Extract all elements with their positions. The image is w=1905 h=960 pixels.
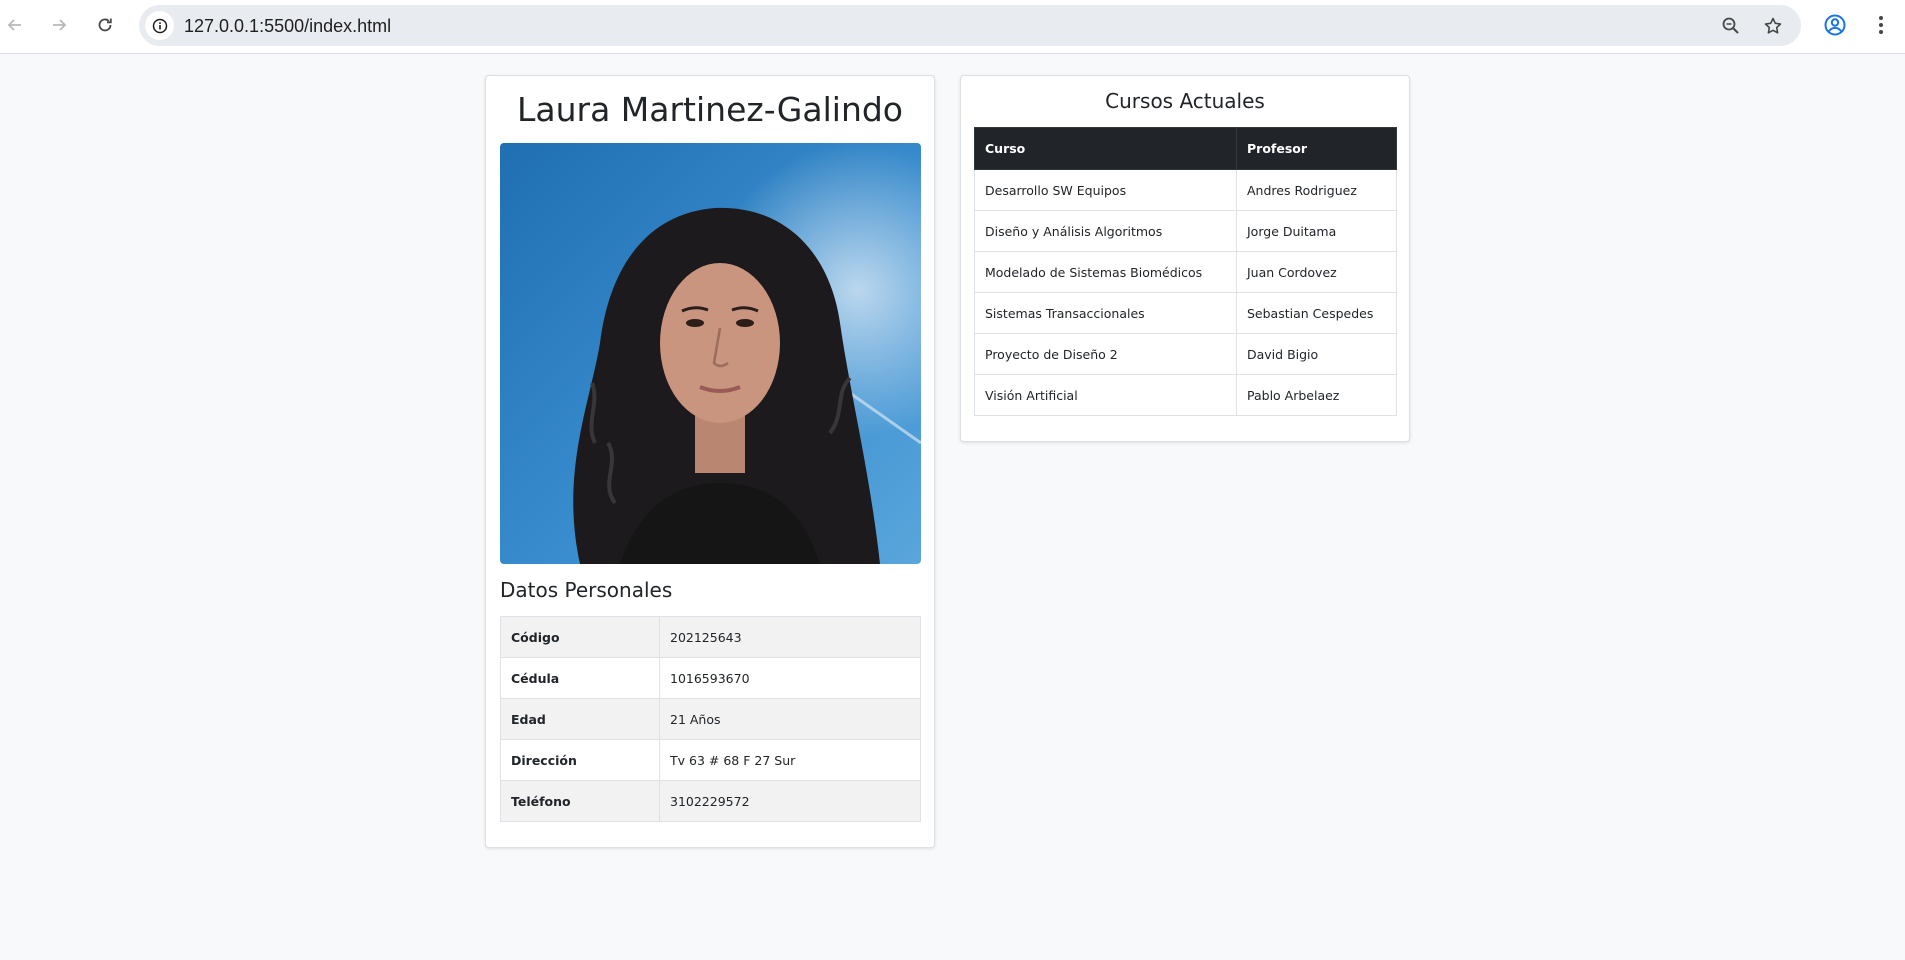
profile-icon[interactable]	[1822, 12, 1848, 38]
table-row: Cédula 1016593670	[500, 657, 921, 699]
personal-data-title: Datos Personales	[500, 578, 673, 602]
teacher-name: Sebastian Cespedes	[1236, 292, 1397, 334]
teacher-name: Jorge Duitama	[1236, 210, 1397, 252]
table-row: Teléfono 3102229572	[500, 780, 921, 822]
personal-data-table: Código 202125643 Cédula 1016593670 Edad …	[500, 616, 921, 822]
teacher-name: David Bigio	[1236, 333, 1397, 375]
profile-name: Laura Martinez-Galindo	[516, 90, 903, 129]
bookmark-star-icon[interactable]	[1761, 14, 1785, 38]
table-row: Modelado de Sistemas Biomédicos Juan Cor…	[974, 251, 1397, 293]
courses-table: Curso Profesor Desarrollo SW Equipos And…	[974, 127, 1397, 416]
menu-dots-icon[interactable]	[1868, 12, 1894, 38]
table-row: Visión Artificial Pablo Arbelaez	[974, 374, 1397, 416]
table-row: Edad 21 Años	[500, 698, 921, 740]
table-header-row: Curso Profesor	[974, 127, 1397, 170]
browser-toolbar: 127.0.0.1:5500/index.html	[0, 0, 1905, 54]
field-value: 21 Años	[659, 698, 921, 740]
course-name: Desarrollo SW Equipos	[974, 169, 1237, 211]
url-text[interactable]: 127.0.0.1:5500/index.html	[184, 16, 391, 37]
table-row: Proyecto de Diseño 2 David Bigio	[974, 333, 1397, 375]
table-row: Desarrollo SW Equipos Andres Rodriguez	[974, 169, 1397, 211]
table-row: Dirección Tv 63 # 68 F 27 Sur	[500, 739, 921, 781]
field-label: Dirección	[500, 739, 660, 781]
course-name: Visión Artificial	[974, 374, 1237, 416]
course-name: Modelado de Sistemas Biomédicos	[974, 251, 1237, 293]
field-label: Teléfono	[500, 780, 660, 822]
teacher-name: Juan Cordovez	[1236, 251, 1397, 293]
column-header-course: Curso	[974, 127, 1237, 170]
column-header-teacher: Profesor	[1236, 127, 1397, 170]
field-value: 202125643	[659, 616, 921, 658]
field-label: Edad	[500, 698, 660, 740]
site-info-icon[interactable]	[145, 11, 174, 40]
course-name: Proyecto de Diseño 2	[974, 333, 1237, 375]
field-label: Cédula	[500, 657, 660, 699]
teacher-name: Pablo Arbelaez	[1236, 374, 1397, 416]
courses-title: Cursos Actuales	[1105, 89, 1265, 113]
field-value: 1016593670	[659, 657, 921, 699]
profile-card: Laura Martinez-Galindo Datos Personales …	[485, 75, 935, 848]
table-row: Diseño y Análisis Algoritmos Jorge Duita…	[974, 210, 1397, 252]
field-value: Tv 63 # 68 F 27 Sur	[659, 739, 921, 781]
back-arrow-icon[interactable]	[0, 10, 30, 40]
zoom-icon[interactable]	[1719, 14, 1743, 38]
forward-arrow-icon[interactable]	[44, 10, 74, 40]
course-name: Diseño y Análisis Algoritmos	[974, 210, 1237, 252]
teacher-name: Andres Rodriguez	[1236, 169, 1397, 211]
reload-icon[interactable]	[90, 10, 120, 40]
field-value: 3102229572	[659, 780, 921, 822]
profile-photo	[500, 143, 921, 564]
course-name: Sistemas Transaccionales	[974, 292, 1237, 334]
courses-card: Cursos Actuales Curso Profesor Desarroll…	[960, 75, 1410, 442]
field-label: Código	[500, 616, 660, 658]
table-row: Código 202125643	[500, 616, 921, 658]
address-bar[interactable]: 127.0.0.1:5500/index.html	[139, 5, 1801, 46]
table-row: Sistemas Transaccionales Sebastian Cespe…	[974, 292, 1397, 334]
